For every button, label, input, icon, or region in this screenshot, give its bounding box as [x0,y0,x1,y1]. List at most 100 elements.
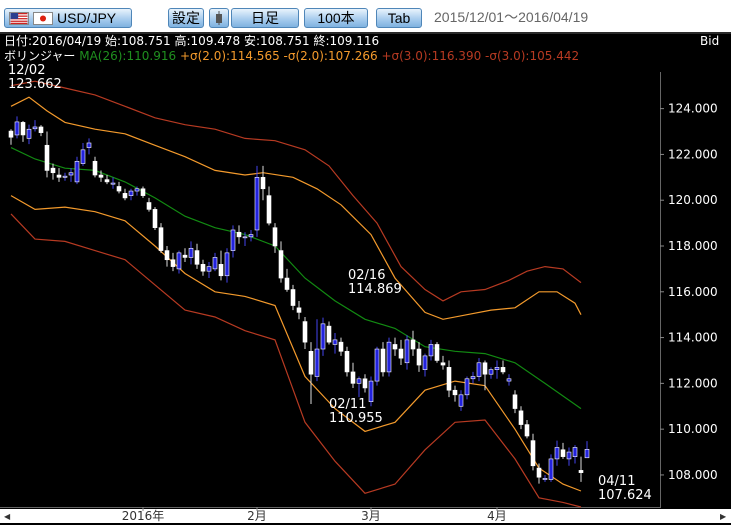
candle [356,378,362,384]
candle [416,348,422,366]
candle [338,341,344,352]
candle [344,351,350,373]
candle [86,142,92,148]
candle [542,478,548,480]
candle [320,323,326,350]
annotation-date: 02/16 [348,268,385,283]
x-tick-label: 3月 [361,509,381,523]
indicator-legend: ボリンジャー MA(26):110.916 +σ(2.0):114.565 -σ… [4,49,579,63]
legend-ma: MA(26):110.916 [79,49,176,63]
candle [128,190,134,196]
annotation-date: 12/02 [8,63,45,78]
candle [68,172,74,176]
legend-sigma3-upper: +σ(3.0):116.390 [381,49,481,63]
candle [494,367,500,370]
ohlc-info: 日付:2016/04/19 始:108.751 高:109.478 安:108.… [4,33,379,48]
candle [14,121,20,136]
annotation-value: 123.662 [8,77,62,92]
candle [326,325,332,343]
candle [110,182,116,185]
candle [560,449,566,457]
candle [236,231,242,238]
bar-count-button[interactable]: 100本 [304,8,368,28]
candle [428,344,434,357]
candle [188,247,194,258]
settings-button[interactable]: 設定 [168,8,204,28]
candle [134,188,140,192]
candle [350,371,356,384]
x-tick-label: 4月 [487,509,507,523]
candle [56,174,62,178]
candle [50,167,56,174]
price-chart[interactable]: ◀ ▶ 日付:2016/04/19 始:108.751 高:109.478 安:… [0,32,731,525]
toolbar: USD/JPY 設定 日足 100本 Tab 2015/12/01～2016/0… [0,0,731,32]
candle [368,380,374,402]
candle [194,250,200,265]
candle [530,440,536,467]
candle [98,174,104,178]
y-tick-label: 124.000 [668,102,718,116]
x-tick-label: 2月 [247,509,267,523]
candle [518,410,524,425]
candle [410,339,416,350]
candle [584,449,590,459]
candle [464,378,470,396]
scroll-left-arrow[interactable]: ◀ [4,512,11,521]
candle [392,344,398,350]
candle [380,348,386,373]
candle [374,348,380,382]
date-range-label: 2015/12/01～2016/04/19 [434,9,589,25]
candle [422,355,428,370]
candle [38,126,44,133]
candle [290,289,296,306]
candle [308,351,314,375]
candle [398,348,404,359]
annotation-value: 107.624 [598,488,652,503]
y-tick-label: 112.000 [668,376,718,390]
candle [116,186,122,192]
legend-sigma2-upper: +σ(2.0):114.565 [180,49,280,63]
candle [92,160,98,176]
annotation-value: 114.869 [348,282,402,297]
bid-label: Bid [700,34,719,48]
candle [536,467,542,478]
candle [440,362,446,366]
x-tick-label: 2016年 [122,509,165,523]
candle [248,234,254,238]
annotation-date: 02/11 [329,397,366,412]
candle [32,126,38,130]
candle [284,277,290,290]
candle [572,447,578,457]
us-flag-icon [9,12,29,25]
candlestick-icon [216,11,222,25]
candle [254,177,260,231]
candle [80,149,86,164]
candle [452,389,458,396]
chart-type-button[interactable] [209,8,229,28]
candle [170,259,176,267]
candle [404,339,410,364]
candle [26,128,32,139]
timeframe-button[interactable]: 日足 [231,8,299,28]
y-tick-label: 120.000 [668,193,718,207]
candle [482,362,488,375]
candle [434,344,440,361]
scroll-right-arrow[interactable]: ▶ [720,512,727,521]
candle [164,250,170,261]
candle [182,254,188,258]
indicator-name: ボリンジャー [4,49,75,63]
candle [242,236,248,239]
y-tick-label: 110.000 [668,422,718,436]
tab-button[interactable]: Tab [376,8,422,28]
candle [158,227,164,251]
candle [20,122,26,136]
candle [554,447,560,460]
candle [278,250,284,279]
annotation-value: 110.955 [329,411,383,426]
candle [470,376,476,380]
candle [446,367,452,391]
candle [176,252,182,270]
candle [458,394,464,407]
currency-pair-button[interactable]: USD/JPY [4,8,132,28]
candle [104,179,110,183]
